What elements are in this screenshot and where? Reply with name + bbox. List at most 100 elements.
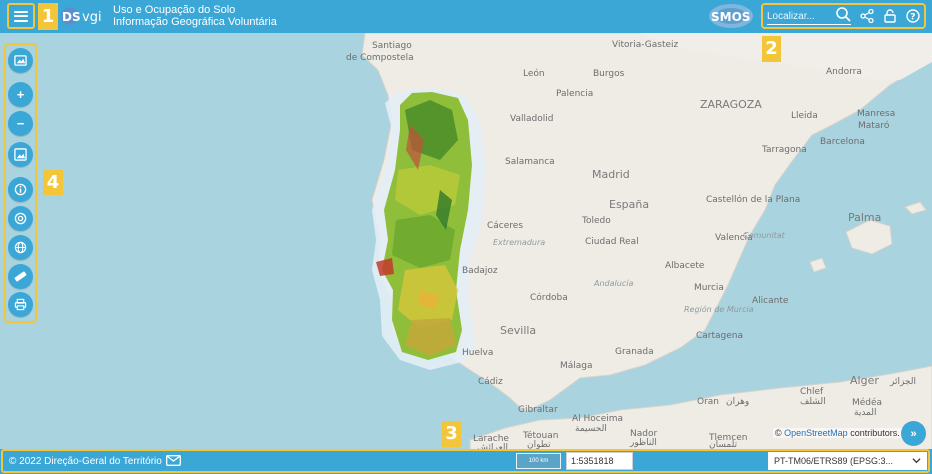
place-label: Burgos xyxy=(593,69,625,79)
app-title-line2: Informação Geográfica Voluntária xyxy=(113,15,277,28)
place-label: Castellón de la Plana xyxy=(706,194,800,205)
left-toolbar: + − xyxy=(4,43,37,323)
callout-3: 3 xyxy=(442,421,461,447)
smos-text: SMOS xyxy=(711,10,750,24)
place-label: Palma xyxy=(848,211,881,224)
print-button[interactable] xyxy=(8,292,33,317)
crs-select[interactable]: PT-TM06/ETRS89 (EPSG:3... xyxy=(768,452,927,470)
menu-icon xyxy=(14,10,28,22)
zoom-out-button[interactable]: − xyxy=(8,111,33,136)
app-footer: © 2022 Direção-Geral do Território 100 k… xyxy=(0,449,932,474)
callout-4: 4 xyxy=(43,170,63,195)
help-icon[interactable]: ? xyxy=(905,8,921,24)
place-label: Andorra xyxy=(826,67,862,77)
image-icon xyxy=(14,148,27,161)
zoom-out-icon: − xyxy=(16,116,25,131)
login-icon[interactable] xyxy=(882,8,898,24)
place-label: León xyxy=(523,68,545,79)
place-label: Alicante xyxy=(752,296,789,306)
place-label: Vitoria-Gasteiz xyxy=(612,40,679,50)
place-label: Médéa xyxy=(852,397,882,408)
place-label: Madrid xyxy=(592,168,630,181)
region-label: Región de Murcia xyxy=(684,304,754,314)
logo-text: vgi xyxy=(82,10,102,25)
place-label: الناظور xyxy=(629,438,657,448)
info-button[interactable] xyxy=(8,177,33,202)
place-label: Al Hoceima xyxy=(572,414,623,424)
svg-text:DS: DS xyxy=(62,10,81,24)
place-label: Badajoz xyxy=(462,266,498,276)
region-label: Extremadura xyxy=(493,238,545,247)
place-label: Sevilla xyxy=(500,324,536,337)
place-label: de Compostela xyxy=(346,53,414,63)
search-icon[interactable] xyxy=(835,6,851,22)
place-label: Barcelona xyxy=(820,137,865,147)
double-chevron-right-icon: » xyxy=(910,427,917,440)
place-label: Lleida xyxy=(791,111,818,121)
place-label: España xyxy=(609,198,649,211)
map-attribution: © OpenStreetMap contributors. xyxy=(773,428,902,438)
place-label: Chlef xyxy=(800,387,824,397)
place-label: الجزائر xyxy=(889,377,916,387)
measure-button[interactable] xyxy=(8,264,33,289)
header-tools: ? xyxy=(761,3,926,29)
place-label: Alger xyxy=(850,374,879,387)
globe-icon xyxy=(14,241,27,254)
place-label: Valladolid xyxy=(510,114,553,124)
locate-button[interactable] xyxy=(8,206,33,231)
place-label: Granada xyxy=(615,347,654,357)
menu-button[interactable] xyxy=(7,3,35,29)
place-label: Santiago xyxy=(372,41,412,51)
place-label: الشلف xyxy=(800,397,826,407)
scale-input[interactable] xyxy=(566,452,633,470)
place-label: Toledo xyxy=(581,216,611,226)
mail-icon[interactable] xyxy=(166,455,181,466)
callout-1: 1 xyxy=(38,3,58,30)
image-icon xyxy=(14,55,27,66)
place-label: Cáceres xyxy=(487,221,523,231)
app-title: Uso e Ocupação do Solo Informação Geográ… xyxy=(113,4,277,28)
place-label: ZARAGOZA xyxy=(700,98,762,111)
share-icon[interactable] xyxy=(859,8,875,24)
place-label: Mataró xyxy=(858,120,890,131)
ruler-icon xyxy=(14,271,27,282)
place-label: Oran xyxy=(697,397,719,407)
place-label: Murcia xyxy=(694,283,724,293)
place-label: Ciudad Real xyxy=(585,237,639,247)
place-label: Albacete xyxy=(665,261,705,271)
region-label: Andalucía xyxy=(593,279,633,288)
zoom-in-button[interactable]: + xyxy=(8,82,33,107)
place-label: Córdoba xyxy=(530,292,568,303)
attribution-suffix: contributors. xyxy=(847,428,900,438)
place-label: الحسيمة xyxy=(575,424,607,434)
app-logo: DS vgi xyxy=(61,7,102,25)
place-label: المدية xyxy=(854,408,877,418)
place-label: Cartagena xyxy=(696,331,743,341)
chevron-down-icon xyxy=(912,458,921,464)
place-label: Tarragona xyxy=(761,145,807,155)
globe-button[interactable] xyxy=(8,235,33,260)
crs-selected-value: PT-TM06/ETRS89 (EPSG:3... xyxy=(774,456,894,466)
layers-button[interactable] xyxy=(8,142,33,167)
place-label: Manresa xyxy=(857,109,895,119)
svg-text:?: ? xyxy=(910,13,915,23)
place-label: Cádiz xyxy=(478,377,503,387)
app-title-line1: Uso e Ocupação do Solo xyxy=(113,4,236,16)
region-label: Comunitat xyxy=(743,231,786,240)
attribution-prefix: © xyxy=(775,428,785,438)
callout-2: 2 xyxy=(762,36,781,62)
expand-button[interactable]: » xyxy=(901,421,926,446)
place-label: Málaga xyxy=(560,361,593,371)
basemap-button[interactable] xyxy=(8,48,33,73)
place-label: Salamanca xyxy=(505,157,555,167)
place-label: Huelva xyxy=(462,348,493,358)
zoom-in-icon: + xyxy=(16,87,25,102)
smos-logo: SMOS xyxy=(709,4,753,28)
map-canvas[interactable]: Santiago de Compostela Vitoria-Gasteiz L… xyxy=(0,0,932,474)
place-label: وهران xyxy=(726,397,749,407)
scale-bar: 100 km xyxy=(516,453,561,469)
info-icon xyxy=(14,183,27,196)
osm-link[interactable]: OpenStreetMap xyxy=(784,428,848,438)
place-label: Gibraltar xyxy=(518,405,558,415)
place-label: Palencia xyxy=(556,89,593,99)
